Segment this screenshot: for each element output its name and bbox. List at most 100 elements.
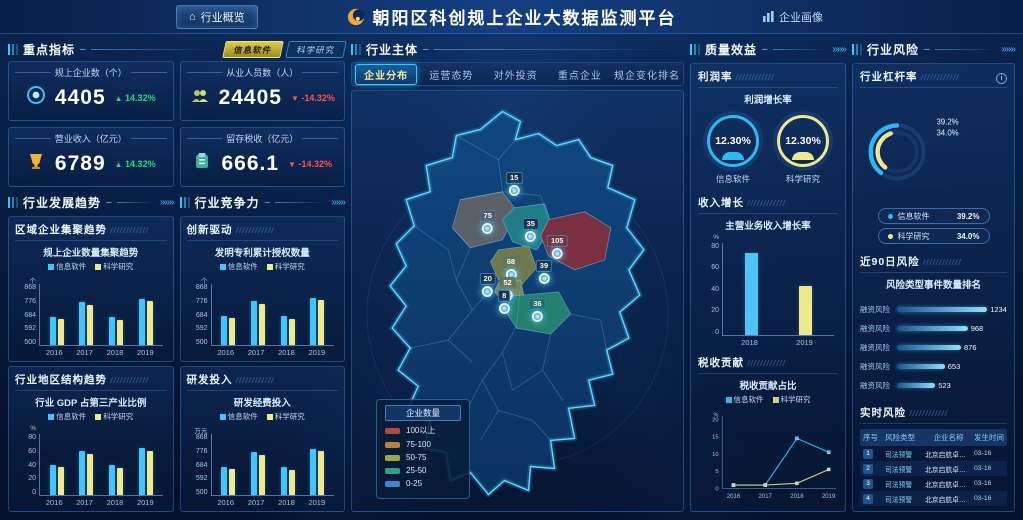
row-risk-type: 司法预警 — [885, 464, 923, 474]
row-company: 北京启航卓越科技有限公司 — [925, 494, 972, 504]
risk-rank-row: 融资风险 968 — [860, 323, 1007, 334]
bar — [79, 302, 85, 345]
legend-item: 信息软件 — [48, 411, 86, 422]
indicator-toggles: 信息软件科学研究 — [224, 41, 345, 58]
risk-type-label: 融资风险 — [860, 323, 892, 334]
map-marker[interactable]: 35 — [523, 218, 539, 242]
profit-section: 利润率 利润增长率 12.30% 信息软件 12.30% 科学研究 — [698, 69, 838, 187]
key-indicators-header: 重点指标 – 信息软件科学研究 — [8, 39, 345, 59]
row-risk-type: 司法预警 — [885, 479, 923, 489]
row-time: 03-16 — [974, 450, 1004, 457]
table-row[interactable]: 1 司法预警 北京启航卓越科技有限公司 03-16 — [860, 446, 1007, 461]
map-marker[interactable]: 20 — [480, 273, 496, 297]
map-marker[interactable]: 39 — [536, 260, 552, 284]
industry-tabs: 企业分布运营态势对外投资重点企业规企变化排名 — [351, 62, 684, 86]
table-row[interactable]: 2 司法预警 北京启航卓越科技有限公司 03-16 — [860, 461, 1007, 476]
industry-tab[interactable]: 重点企业 — [550, 65, 610, 84]
legend-item: 科学研究 — [773, 394, 811, 405]
table-row[interactable]: 4 司法预警 北京启航卓越科技有限公司 03-16 — [860, 491, 1007, 506]
dev-trend-title: 行业发展趋势 — [23, 194, 101, 211]
map-legend-item: 100以上 — [385, 425, 461, 436]
risk-type-label: 融资风险 — [860, 380, 892, 391]
nav-industry-overview-label: 行业概览 — [201, 9, 245, 25]
map-legend-item: 0-25 — [385, 479, 461, 488]
row-index: 2 — [863, 464, 873, 474]
leverage-legend-item: 科学研究 34.0% — [878, 228, 990, 244]
y-axis: 万元868776684592500 — [189, 434, 211, 496]
indicator-card: 留存税收（亿元） 666.1 ▼ -14.32% — [180, 127, 346, 187]
map-marker[interactable]: 75 — [480, 210, 496, 234]
x-axis: 2016201720182019 — [39, 498, 161, 507]
svg-text:10: 10 — [712, 451, 718, 457]
leverage-legend: 信息软件 39.2% 科学研究 34.0% — [860, 208, 1007, 244]
bar — [289, 319, 295, 345]
nav-enterprise-portrait-label: 企业画像 — [779, 9, 823, 25]
marker-pin-icon — [509, 185, 520, 196]
map-legend-item: 50-75 — [385, 453, 461, 462]
bar — [139, 448, 145, 495]
indicator-card: 规上企业数（个） 4405 ▲ 14.32% — [8, 61, 174, 121]
legend-item: 信息软件 — [726, 394, 764, 405]
title-wrap: 朝阳区科创规上企业大数据监测平台 — [347, 4, 677, 29]
row-risk-type: 司法预警 — [885, 449, 923, 459]
marker-count: 52 — [499, 277, 515, 289]
map-marker[interactable]: 105 — [547, 235, 568, 259]
home-icon: ⌂ — [189, 11, 196, 23]
map-marker[interactable]: 8 — [498, 290, 510, 314]
marker-pin-icon — [552, 248, 563, 259]
expand-icon[interactable] — [1001, 44, 1015, 55]
plot-area — [211, 284, 335, 346]
industry-body-header: 行业主体 – — [351, 39, 684, 59]
expand-icon[interactable] — [832, 44, 846, 55]
indicator-label: 规上企业数（个） — [15, 66, 167, 79]
bar — [117, 320, 123, 345]
bar — [310, 449, 316, 495]
indicator-delta: ▲ 14.32% — [115, 159, 156, 169]
table-header-cell: 发生时间 — [974, 432, 1004, 443]
risk-count: 1234 — [990, 305, 1007, 314]
bar — [109, 317, 115, 345]
bar — [147, 301, 153, 345]
table-row[interactable]: 3 司法预警 北京启航卓越科技有限公司 03-16 — [860, 476, 1007, 491]
marker-pin-icon — [538, 273, 549, 284]
bar — [117, 468, 123, 495]
recent-risk-section: 近90日风险 风险类型事件数量排名 融资风险 1234 融资风险 968 融资风… — [860, 254, 1007, 399]
bar — [221, 467, 227, 496]
tax-section: 税收贡献 税收贡献占比信息软件科学研究%20151050201620172018… — [698, 355, 838, 507]
chart-legend: 信息软件科学研究 — [187, 411, 339, 422]
indicator-delta: ▼ -14.32% — [291, 93, 335, 103]
expand-icon[interactable] — [160, 197, 174, 208]
expand-icon[interactable] — [331, 197, 345, 208]
industry-tab[interactable]: 对外投资 — [486, 65, 546, 84]
section-bars-icon — [180, 197, 190, 208]
section-bars-icon — [852, 44, 862, 55]
employees-icon — [190, 85, 210, 110]
y-axis: %806040200 — [17, 434, 39, 496]
industry-tab[interactable]: 规企变化排名 — [614, 65, 680, 84]
chart-title: 主营业务收入增长率 — [698, 218, 838, 232]
map-marker[interactable]: 36 — [529, 298, 545, 322]
info-icon[interactable] — [996, 73, 1007, 84]
district-map-panel: 15 75 35 105 68 39 20 52 8 36 企业数量 100以上… — [351, 90, 684, 512]
svg-text:0: 0 — [715, 486, 718, 492]
svg-text:20: 20 — [712, 417, 718, 423]
realtime-risk-section: 实时风险 序号风险类型企业名称发生时间 1 司法预警 北京启航卓越科技有限公司 … — [860, 405, 1007, 506]
chart-title: 发明专利累计授权数量 — [187, 245, 339, 259]
nav-industry-overview[interactable]: ⌂ 行业概览 — [176, 5, 258, 29]
industry-tab[interactable]: 企业分布 — [355, 64, 417, 85]
map-marker[interactable]: 15 — [506, 172, 522, 196]
realtime-subtitle: 实时风险 — [860, 405, 1007, 424]
indicator-value: 6789 — [55, 152, 106, 176]
marker-pin-icon — [532, 311, 543, 322]
filter-pill[interactable]: 信息软件 — [222, 41, 284, 58]
indicator-label: 营业收入（亿元） — [15, 132, 167, 145]
chart-patents: 发明专利累计授权数量信息软件科学研究个868776684592500201620… — [187, 241, 339, 357]
nav-enterprise-portrait[interactable]: 企业画像 — [751, 6, 835, 28]
row-index: 3 — [863, 479, 873, 489]
filter-pill[interactable]: 科学研究 — [285, 41, 347, 58]
marker-pin-icon — [525, 231, 536, 242]
bar — [229, 318, 235, 345]
industry-tab[interactable]: 运营态势 — [421, 65, 481, 84]
profit-gauges: 12.30% 信息软件 12.30% 科学研究 — [698, 115, 838, 185]
row-company: 北京启航卓越科技有限公司 — [925, 464, 972, 474]
